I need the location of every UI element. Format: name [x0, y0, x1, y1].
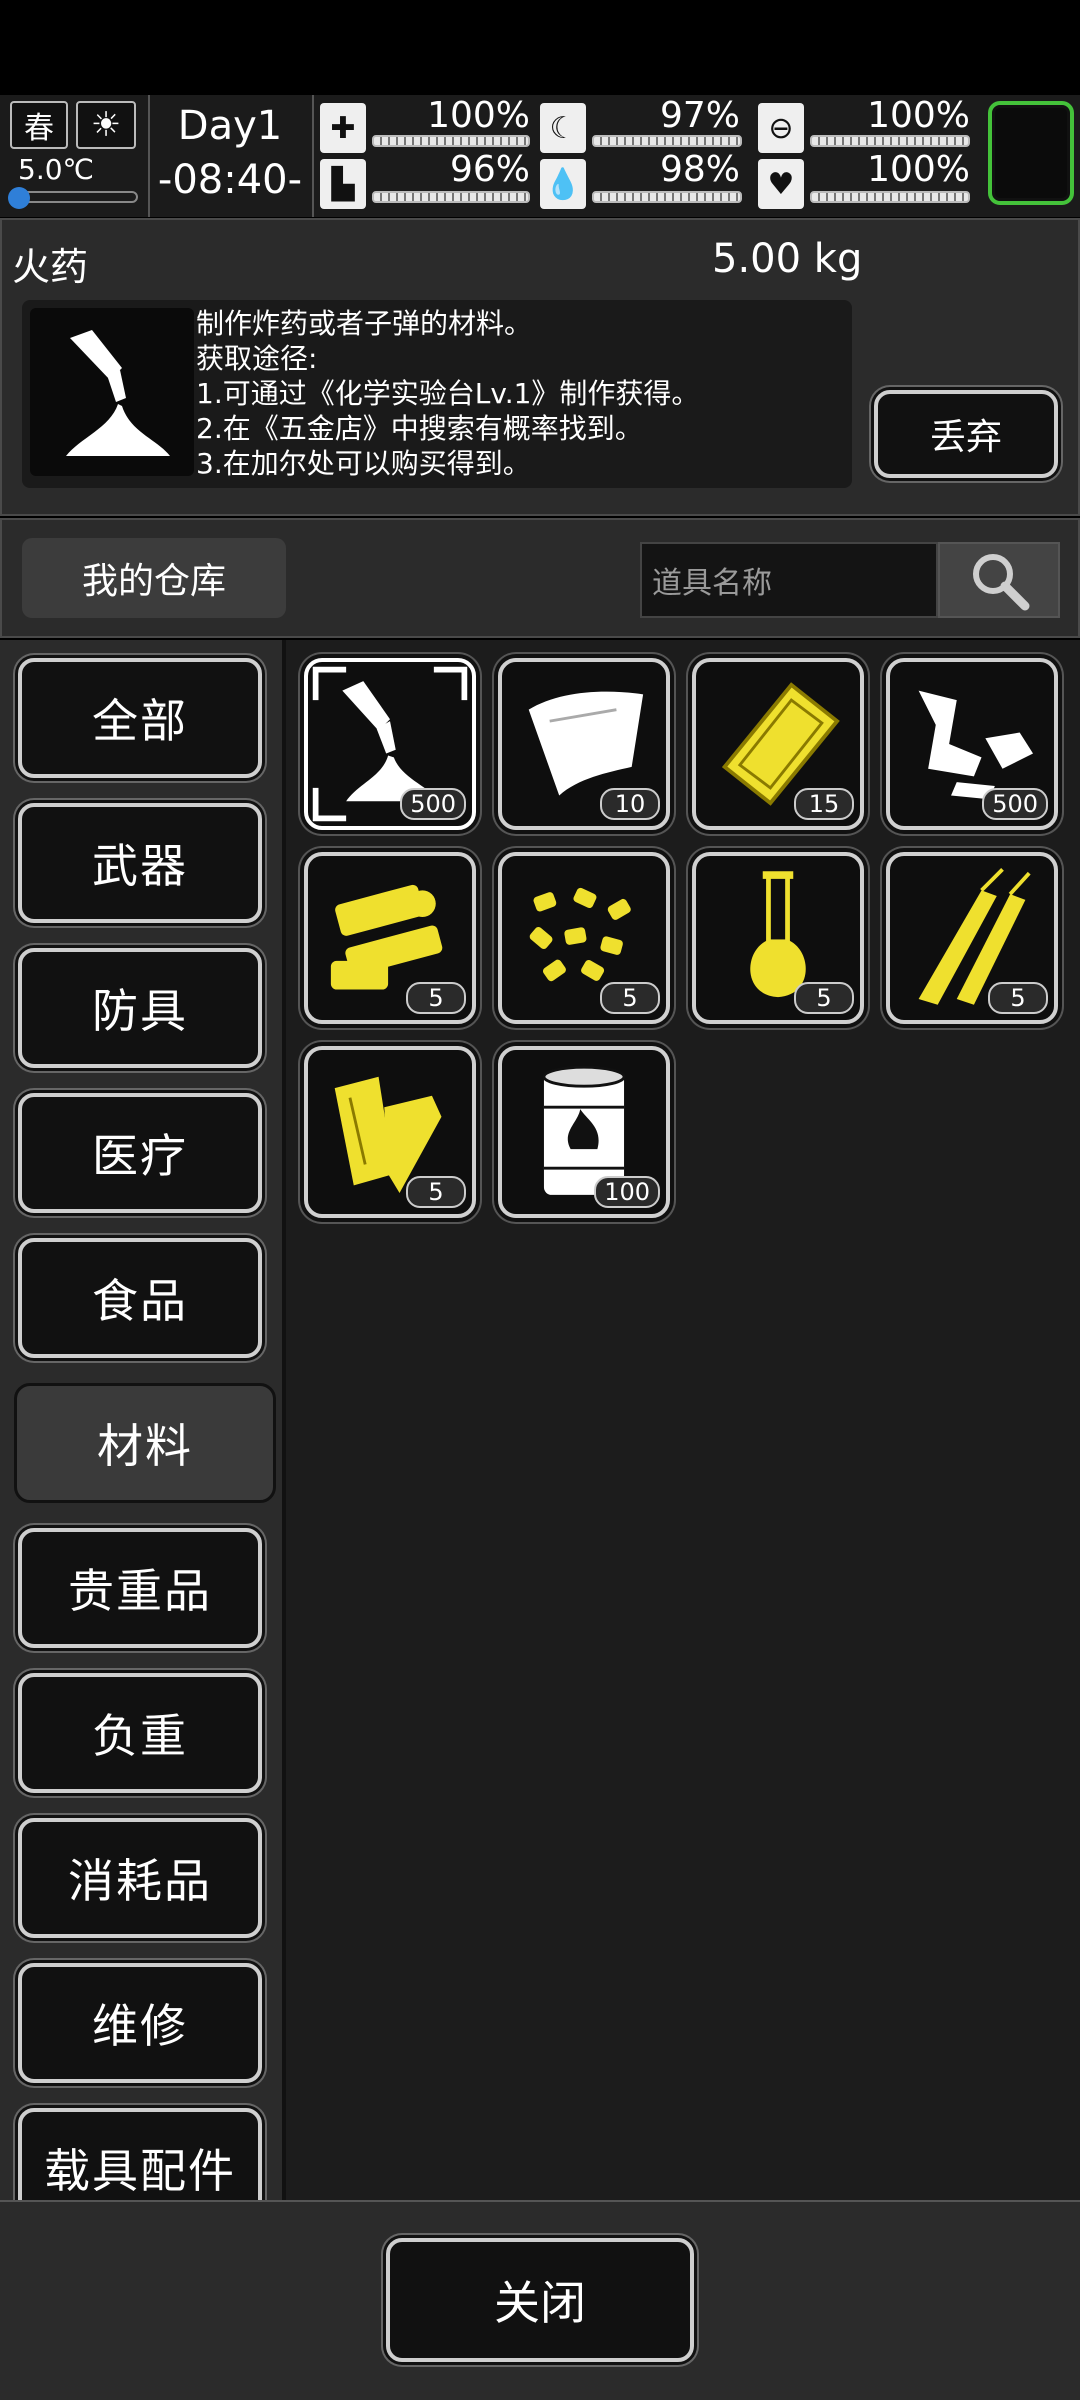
thirst-value: 98% — [659, 149, 740, 190]
season-badge: 春 — [10, 101, 68, 149]
health-bar — [372, 135, 530, 147]
search-input[interactable]: 道具名称 — [640, 542, 938, 618]
temperature-label: 5.0℃ — [18, 153, 94, 186]
item-slot-gunpowder[interactable]: 500 — [304, 658, 476, 830]
status-bar: 春 ☀ 5.0℃ Day1 -08:40- ✚ 100% ☾ 97% ⊖ 100… — [0, 95, 1080, 217]
item-count: 100 — [594, 1176, 660, 1208]
time-label: -08:40- — [157, 157, 303, 203]
medkit-icon: ✚ — [320, 103, 366, 153]
temperature-bar — [8, 187, 138, 209]
health-value: 100% — [427, 95, 530, 136]
item-count: 500 — [400, 788, 466, 820]
description-box: 制作炸药或者子弹的材料。 获取途径: 1.可通过《化学实验台Lv.1》制作获得。… — [22, 300, 852, 488]
category-medical[interactable]: 医疗 — [18, 1093, 262, 1213]
description-line: 3.在加尔处可以购买得到。 — [196, 447, 531, 480]
search-button[interactable] — [938, 542, 1060, 618]
description-line: 1.可通过《化学实验台Lv.1》制作获得。 — [196, 377, 700, 410]
stomach-icon: ☾ — [540, 103, 586, 153]
category-armor[interactable]: 防具 — [18, 948, 262, 1068]
item-count: 5 — [794, 982, 854, 1014]
water-drop-icon: 💧 — [540, 159, 586, 209]
item-count: 10 — [600, 788, 660, 820]
item-detail-panel: 火药 5.00 kg 制作炸药或者子弹的材料。 获取途径: 1.可通过《化学实验… — [0, 218, 1080, 516]
category-consumables[interactable]: 消耗品 — [18, 1818, 262, 1938]
mood-value: 100% — [867, 149, 970, 190]
item-count: 5 — [406, 982, 466, 1014]
item-count: 5 — [988, 982, 1048, 1014]
equipment-slot[interactable] — [988, 101, 1074, 205]
pill-icon: ⊖ — [758, 103, 804, 153]
medicine-bar — [810, 135, 970, 147]
description-line: 制作炸药或者子弹的材料。 — [196, 307, 533, 340]
category-all[interactable]: 全部 — [18, 658, 262, 778]
medicine-value: 100% — [867, 95, 970, 136]
season-label: 春 — [24, 111, 54, 146]
item-count: 15 — [794, 788, 854, 820]
item-description: 制作炸药或者子弹的材料。 获取途径: 1.可通过《化学实验台Lv.1》制作获得。… — [196, 306, 699, 481]
close-button[interactable]: 关闭 — [386, 2238, 694, 2362]
item-slot-bamboo[interactable]: 5 — [886, 852, 1058, 1024]
description-line: 2.在《五金店》中搜索有概率找到。 — [196, 412, 643, 445]
description-line: 获取途径: — [196, 342, 318, 375]
item-slot-wood-planks[interactable]: 5 — [304, 1046, 476, 1218]
item-slot-machine-parts[interactable]: 5 — [304, 852, 476, 1024]
category-repair[interactable]: 维修 — [18, 1963, 262, 2083]
item-count: 5 — [406, 1176, 466, 1208]
hunger-bar — [592, 135, 742, 147]
boot-icon: ▙ — [320, 159, 366, 209]
item-count: 500 — [982, 788, 1048, 820]
stamina-bar — [372, 191, 530, 203]
category-weapons[interactable]: 武器 — [18, 803, 262, 923]
search-icon — [973, 554, 1030, 611]
gunpowder-icon — [30, 308, 194, 476]
category-materials[interactable]: 材料 — [14, 1383, 276, 1503]
category-sidebar[interactable]: 全部 武器 防具 医疗 食品 材料 贵重品 负重 消耗品 维修 载具配件 — [0, 640, 282, 2200]
item-grid: 500 10 15 500 5 5 5 5 5 100 — [286, 640, 1080, 2200]
item-slot-metal-plate[interactable]: 15 — [692, 658, 864, 830]
thirst-bar — [592, 191, 742, 203]
heart-icon: ♥ — [758, 159, 804, 209]
mood-bar — [810, 191, 970, 203]
hunger-value: 97% — [659, 95, 740, 136]
category-carry[interactable]: 负重 — [18, 1673, 262, 1793]
item-weight: 5.00 kg — [712, 236, 863, 282]
item-name: 火药 — [12, 245, 89, 289]
warehouse-header: 我的仓库 道具名称 — [0, 518, 1080, 638]
discard-button[interactable]: 丢弃 — [874, 390, 1058, 478]
item-count: 5 — [600, 982, 660, 1014]
warehouse-title: 我的仓库 — [22, 538, 286, 618]
day-label: Day1 — [177, 103, 283, 149]
sun-icon: ☀ — [76, 101, 136, 149]
item-slot-flask[interactable]: 5 — [692, 852, 864, 1024]
category-valuables[interactable]: 贵重品 — [18, 1528, 262, 1648]
item-slot-scrap-metal[interactable]: 500 — [886, 658, 1058, 830]
item-slot-fuel-barrel[interactable]: 100 — [498, 1046, 670, 1218]
bottom-bar: 关闭 — [0, 2200, 1080, 2400]
category-vehicle-parts[interactable]: 载具配件 — [18, 2108, 262, 2200]
item-slot-pellets[interactable]: 5 — [498, 852, 670, 1024]
stamina-value: 96% — [449, 149, 530, 190]
category-food[interactable]: 食品 — [18, 1238, 262, 1358]
item-slot-cloth[interactable]: 10 — [498, 658, 670, 830]
